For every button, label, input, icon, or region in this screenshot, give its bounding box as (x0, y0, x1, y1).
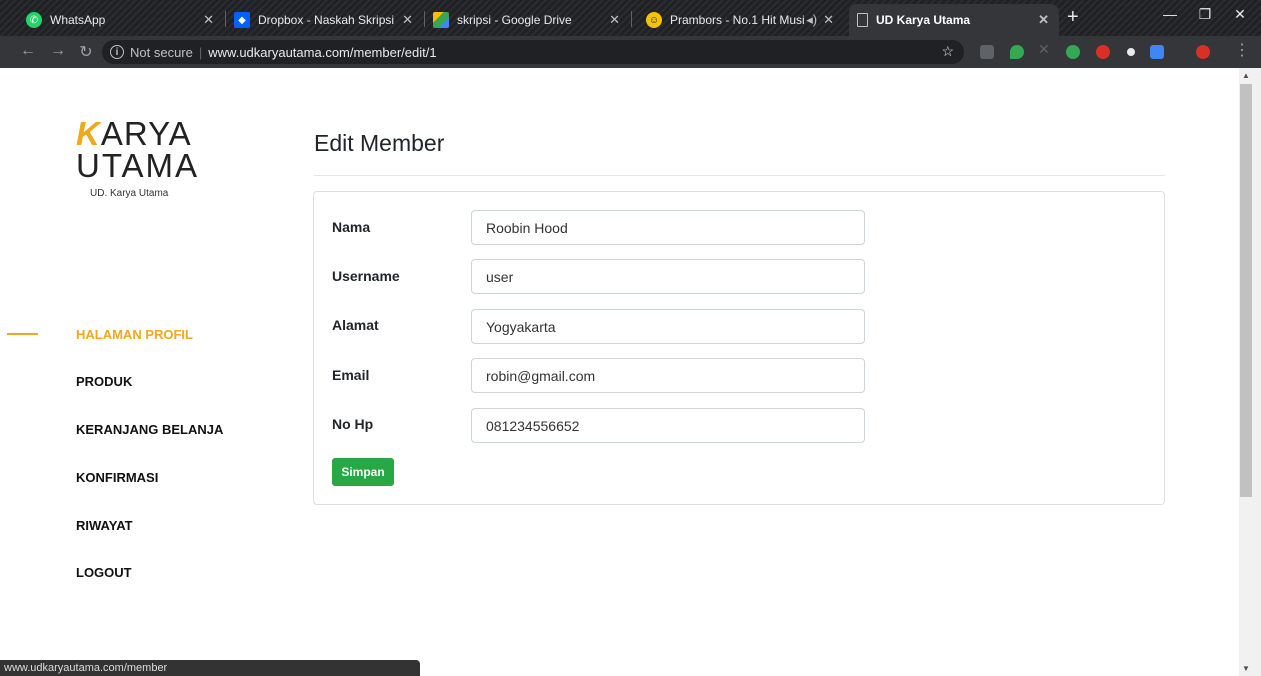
avatar[interactable] (1196, 45, 1210, 59)
logo-subtitle: UD. Karya Utama (90, 188, 169, 199)
sidebar-item-riwayat[interactable]: RIWAYAT (76, 518, 133, 533)
close-icon[interactable]: ✕ (402, 12, 413, 28)
divider (314, 175, 1165, 176)
page-title: Edit Member (314, 130, 445, 156)
alamat-input[interactable] (471, 309, 865, 344)
sidebar-item-konfirmasi[interactable]: KONFIRMASI (76, 470, 158, 485)
tab-label: WhatsApp (50, 13, 106, 27)
tab-ud-karya-utama[interactable]: UD Karya Utama ✕ (849, 4, 1059, 36)
extension-icon[interactable] (980, 45, 994, 59)
nama-label: Nama (332, 219, 371, 235)
scroll-up-icon[interactable]: ▲ (1242, 71, 1250, 80)
browser-toolbar: ← → ↻ i Not secure | www.udkaryautama.co… (0, 36, 1261, 68)
tab-separator (631, 11, 632, 27)
sidebar-item-halaman-profil[interactable]: HALAMAN PROFIL (76, 327, 193, 342)
minimize-icon[interactable]: — (1155, 6, 1185, 22)
close-window-icon[interactable]: ✕ (1225, 6, 1255, 23)
tab-dropbox[interactable]: ◆ Dropbox - Naskah Skripsi - 16 ✕ (226, 4, 423, 36)
back-icon[interactable]: ← (18, 42, 38, 60)
shield-icon[interactable] (1010, 45, 1024, 59)
extension-icon[interactable] (1066, 45, 1080, 59)
logo-line2: UTAMA (76, 147, 200, 184)
address-bar[interactable]: i Not secure | www.udkaryautama.com/memb… (102, 40, 964, 64)
simpan-button[interactable]: Simpan (332, 458, 394, 486)
tab-label: Dropbox - Naskah Skripsi - 16 (258, 13, 396, 27)
info-icon[interactable]: i (110, 45, 124, 59)
close-icon[interactable]: ✕ (823, 12, 834, 28)
translate-icon[interactable] (1150, 45, 1164, 59)
username-label: Username (332, 268, 400, 284)
menu-kebab-icon[interactable]: ⋮ (1232, 40, 1252, 60)
logo-line1: KARYA (76, 117, 199, 150)
url-text: www.udkaryautama.com/member/edit/1 (208, 44, 437, 60)
x-extension-icon[interactable]: ✕ (1038, 41, 1052, 57)
reload-icon[interactable]: ↻ (76, 42, 96, 62)
page-icon (857, 13, 868, 27)
audio-icon: ◂) (806, 12, 818, 27)
dropbox-icon: ◆ (234, 12, 250, 28)
username-input[interactable] (471, 259, 865, 294)
logo[interactable]: KARYA UTAMA UD. Karya Utama (76, 117, 200, 199)
active-menu-indicator (7, 333, 38, 335)
tab-google-drive[interactable]: skripsi - Google Drive ✕ (425, 4, 630, 36)
sidebar-item-keranjang-belanja[interactable]: KERANJANG BELANJA (76, 422, 223, 437)
tab-label: skripsi - Google Drive (457, 13, 572, 27)
forward-icon[interactable]: → (48, 42, 68, 60)
prambors-icon: ☺ (646, 12, 662, 28)
extension-icon[interactable] (1124, 45, 1138, 59)
new-tab-icon[interactable]: + (1067, 6, 1079, 29)
bookmark-star-icon[interactable]: ☆ (941, 43, 954, 60)
tab-label: UD Karya Utama (876, 13, 971, 27)
close-icon[interactable]: ✕ (609, 12, 620, 28)
sidebar-item-logout[interactable]: LOGOUT (76, 565, 132, 580)
tab-prambors[interactable]: ☺ Prambors - No.1 Hit Music ◂) ✕ (638, 4, 844, 36)
tab-whatsapp[interactable]: ✆ WhatsApp ✕ (18, 4, 224, 36)
close-icon[interactable]: ✕ (1038, 12, 1049, 28)
whatsapp-icon: ✆ (26, 12, 42, 28)
ublock-icon[interactable] (1096, 45, 1110, 59)
scrollbar-thumb[interactable] (1240, 84, 1252, 497)
google-drive-icon (433, 12, 449, 28)
status-bar-url: www.udkaryautama.com/member (0, 660, 420, 676)
close-icon[interactable]: ✕ (203, 12, 214, 28)
no-hp-input[interactable] (471, 408, 865, 443)
sidebar-item-produk[interactable]: PRODUK (76, 374, 132, 389)
browser-tab-bar: ✆ WhatsApp ✕ ◆ Dropbox - Naskah Skripsi … (0, 0, 1261, 36)
nama-input[interactable] (471, 210, 865, 245)
restore-icon[interactable]: ❐ (1190, 6, 1220, 23)
scroll-down-icon[interactable]: ▼ (1242, 664, 1250, 673)
email-label: Email (332, 367, 370, 383)
address-separator: | (198, 44, 203, 60)
alamat-label: Alamat (332, 317, 379, 333)
tab-label: Prambors - No.1 Hit Music (670, 13, 805, 27)
security-label: Not secure (130, 44, 193, 60)
email-input[interactable] (471, 358, 865, 393)
no-hp-label: No Hp (332, 416, 374, 432)
